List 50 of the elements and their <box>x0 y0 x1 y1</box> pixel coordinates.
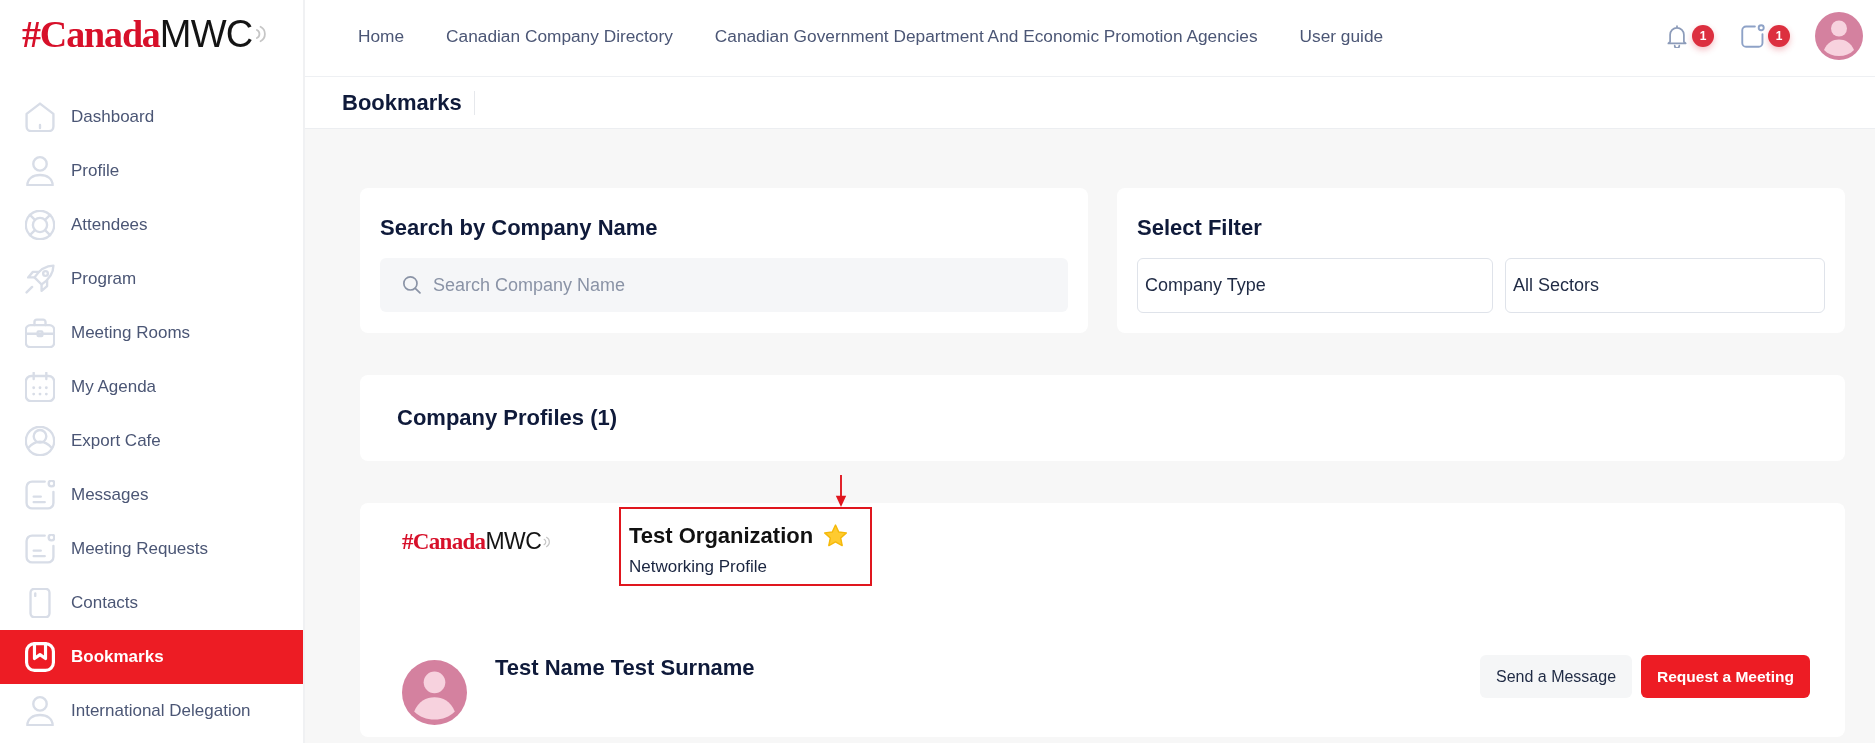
filter-select[interactable]: All Sectors <box>1505 258 1825 313</box>
rocket-icon <box>25 264 55 294</box>
sidebar-item[interactable]: Program <box>0 252 303 306</box>
bell-icon[interactable] <box>1667 24 1687 48</box>
square-dot-icon[interactable] <box>1741 24 1765 48</box>
signal-waves-icon <box>255 24 267 43</box>
lifebuoy-icon <box>25 210 55 240</box>
sidebar-item[interactable]: Dashboard <box>0 90 303 144</box>
send-message-button[interactable]: Send a Message <box>1479 655 1633 698</box>
contact-name: Test Name Test Surname <box>495 655 755 681</box>
sidebar-item[interactable]: Meeting Rooms <box>0 306 303 360</box>
search-icon <box>403 276 421 294</box>
sidebar-item[interactable]: Contacts <box>0 576 303 630</box>
logo-wordmark: #CanadaMWC <box>22 14 253 53</box>
nav-link[interactable]: Canadian Government Department And Economic Promotion Agencies <box>714 25 1258 47</box>
user-avatar-icon[interactable] <box>1815 12 1863 60</box>
message-badge: 1 <box>1768 25 1790 47</box>
sidebar-item[interactable]: Attendees <box>0 198 303 252</box>
sidebar-item[interactable]: Bookmarks <box>0 630 303 684</box>
nav-link[interactable]: Canadian Company Directory <box>446 25 673 47</box>
sidebar-item[interactable]: Profile <box>0 144 303 198</box>
sidebar-item[interactable]: Export Cafe <box>0 414 303 468</box>
filter-select[interactable]: Company Type <box>1137 258 1493 313</box>
star-icon[interactable] <box>823 524 849 548</box>
nav-link[interactable]: Home <box>358 25 405 47</box>
company-logo-wordmark: #CanadaMWC <box>402 530 542 553</box>
sidebar-item[interactable]: Messages <box>0 468 303 522</box>
profile-type: Networking Profile <box>629 557 767 577</box>
card-title: Search by Company Name <box>380 215 659 241</box>
person-icon <box>25 696 55 726</box>
search-field[interactable]: Search Company Name <box>380 258 1068 312</box>
user-avatar-icon <box>402 660 467 725</box>
sidebar-item[interactable]: International Delegation <box>0 684 303 738</box>
person-icon <box>25 156 55 186</box>
signal-waves-icon <box>543 535 551 548</box>
page-title: Bookmarks <box>342 89 462 116</box>
nav-link[interactable]: User guide <box>1299 25 1384 47</box>
note-icon <box>25 480 55 510</box>
bookmark-icon <box>25 642 55 672</box>
sidebar-item[interactable]: My Agenda <box>0 360 303 414</box>
organization-name[interactable]: Test Organization <box>629 523 814 549</box>
note-icon <box>25 534 55 564</box>
house-icon <box>25 102 55 132</box>
notification-badge: 1 <box>1692 25 1714 47</box>
card-title: Select Filter <box>1137 215 1263 241</box>
sidebar-item[interactable]: Meeting Requests <box>0 522 303 576</box>
results-title: Company Profiles (1) <box>397 405 618 431</box>
request-meeting-button[interactable]: Request a Meeting <box>1641 655 1810 698</box>
calendar-icon <box>25 372 55 402</box>
briefcase-icon <box>25 318 55 348</box>
